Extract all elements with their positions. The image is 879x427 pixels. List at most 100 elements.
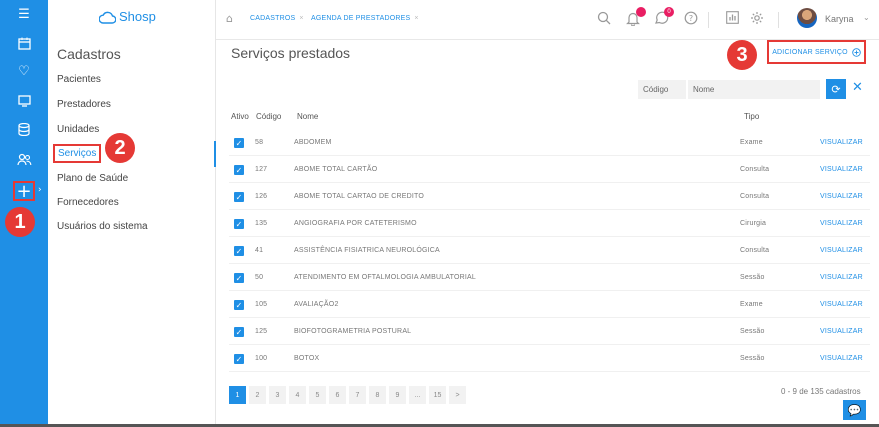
table-row[interactable]: ✓ 126 ABOME TOTAL CARTAO DE CREDITO Cons… bbox=[229, 184, 870, 210]
row-code: 135 bbox=[255, 220, 268, 227]
row-type: Consulta bbox=[740, 193, 770, 200]
refresh-button[interactable]: ⟳ bbox=[826, 79, 846, 99]
view-link[interactable]: VISUALIZAR bbox=[820, 355, 863, 362]
monitor-icon[interactable] bbox=[14, 92, 34, 110]
sidebar-item-plano-de-saude[interactable]: Plano de Saúde bbox=[57, 173, 128, 184]
row-type: Exame bbox=[740, 139, 763, 146]
column-header-code[interactable]: Código bbox=[256, 112, 281, 121]
reports-icon[interactable] bbox=[726, 11, 739, 28]
add-plus-button[interactable]: + bbox=[13, 181, 35, 202]
table-row[interactable]: ✓ 50 ATENDIMENTO EM OFTALMOLOGIA AMBULAT… bbox=[229, 265, 870, 291]
active-checkbox[interactable]: ✓ bbox=[234, 246, 244, 256]
table-row[interactable]: ✓ 41 ASSISTÊNCIA FISIATRICA NEUROLÓGICA … bbox=[229, 238, 870, 264]
column-header-name[interactable]: Nome bbox=[297, 112, 318, 121]
users-icon[interactable] bbox=[14, 150, 34, 168]
heart-icon[interactable]: ♡ bbox=[14, 62, 34, 80]
page-button[interactable]: 9 bbox=[389, 386, 406, 404]
row-code: 127 bbox=[255, 166, 268, 173]
refresh-icon: ⟳ bbox=[831, 82, 841, 96]
active-indicator bbox=[214, 141, 216, 167]
view-link[interactable]: VISUALIZAR bbox=[820, 247, 863, 254]
sidebar-title: Cadastros bbox=[57, 46, 121, 62]
close-icon[interactable]: × bbox=[414, 15, 418, 22]
chat-button[interactable]: 💬 bbox=[843, 400, 866, 420]
page-button[interactable]: 3 bbox=[269, 386, 286, 404]
view-link[interactable]: VISUALIZAR bbox=[820, 166, 863, 173]
row-name: ABDOMEM bbox=[294, 139, 332, 146]
table-row[interactable]: ✓ 135 ANGIOGRAFIA POR CATETERISMO Cirurg… bbox=[229, 211, 870, 237]
clear-filter-button[interactable]: ✕ bbox=[852, 80, 863, 95]
table-row[interactable]: ✓ 100 BOTOX Sessão VISUALIZAR bbox=[229, 346, 870, 372]
view-link[interactable]: VISUALIZAR bbox=[820, 220, 863, 227]
sidebar-item-prestadores[interactable]: Prestadores bbox=[57, 99, 111, 110]
close-icon[interactable]: × bbox=[299, 15, 303, 22]
row-code: 125 bbox=[255, 328, 268, 335]
plus-circle-icon bbox=[852, 47, 861, 57]
page-button[interactable]: 6 bbox=[329, 386, 346, 404]
row-name: ABOME TOTAL CARTÃO bbox=[294, 166, 378, 173]
sidebar-item-servicos[interactable]: Serviços bbox=[53, 144, 102, 163]
active-checkbox[interactable]: ✓ bbox=[234, 327, 244, 337]
active-checkbox[interactable]: ✓ bbox=[234, 273, 244, 283]
divider bbox=[708, 12, 709, 28]
close-icon: ✕ bbox=[852, 80, 863, 95]
breadcrumb-cadastros[interactable]: CADASTROS × bbox=[250, 15, 304, 22]
page-button[interactable]: 1 bbox=[229, 386, 246, 404]
table-row[interactable]: ✓ 58 ABDOMEM Exame VISUALIZAR bbox=[229, 130, 870, 156]
page-button[interactable]: 15 bbox=[429, 386, 446, 404]
home-icon[interactable]: ⌂ bbox=[226, 12, 233, 25]
page-button[interactable]: 5 bbox=[309, 386, 326, 404]
cloud-logo-icon bbox=[99, 11, 116, 24]
brand-logo[interactable]: Shosp bbox=[99, 9, 156, 24]
page-button[interactable]: 7 bbox=[349, 386, 366, 404]
view-link[interactable]: VISUALIZAR bbox=[820, 274, 863, 281]
row-type: Exame bbox=[740, 301, 763, 308]
table-row[interactable]: ✓ 105 AVALIAÇÃO2 Exame VISUALIZAR bbox=[229, 292, 870, 318]
page-button[interactable]: 2 bbox=[249, 386, 266, 404]
active-checkbox[interactable]: ✓ bbox=[234, 219, 244, 229]
row-type: Consulta bbox=[740, 166, 770, 173]
gear-icon[interactable] bbox=[750, 11, 764, 29]
view-link[interactable]: VISUALIZAR bbox=[820, 301, 863, 308]
view-link[interactable]: VISUALIZAR bbox=[820, 328, 863, 335]
sidebar-item-usuarios[interactable]: Usuários do sistema bbox=[57, 221, 148, 232]
row-code: 58 bbox=[255, 139, 264, 146]
sidebar-item-unidades[interactable]: Unidades bbox=[57, 124, 99, 135]
row-name: ASSISTÊNCIA FISIATRICA NEUROLÓGICA bbox=[294, 247, 440, 254]
view-link[interactable]: VISUALIZAR bbox=[820, 193, 863, 200]
active-checkbox[interactable]: ✓ bbox=[234, 354, 244, 364]
menu-icon[interactable]: ☰ bbox=[14, 5, 34, 23]
view-link[interactable]: VISUALIZAR bbox=[820, 139, 863, 146]
row-name: BIOFOTOGRAMETRIA POSTURAL bbox=[294, 328, 412, 335]
calendar-icon[interactable] bbox=[14, 34, 34, 52]
page-button[interactable]: 4 bbox=[289, 386, 306, 404]
avatar[interactable] bbox=[797, 8, 817, 28]
annotation-marker-2: 2 bbox=[105, 133, 135, 163]
chevron-right-icon: › bbox=[38, 185, 42, 195]
active-checkbox[interactable]: ✓ bbox=[234, 192, 244, 202]
sidebar-item-fornecedores[interactable]: Fornecedores bbox=[57, 197, 119, 208]
row-name: ATENDIMENTO EM OFTALMOLOGIA AMBULATORIAL bbox=[294, 274, 476, 281]
user-name[interactable]: Karyna bbox=[825, 14, 854, 24]
row-type: Consulta bbox=[740, 247, 770, 254]
database-icon[interactable] bbox=[14, 120, 34, 138]
next-page-button[interactable]: > bbox=[449, 386, 466, 404]
active-checkbox[interactable]: ✓ bbox=[234, 300, 244, 310]
help-icon[interactable]: ? bbox=[684, 11, 698, 29]
active-checkbox[interactable]: ✓ bbox=[234, 138, 244, 148]
breadcrumb-agenda[interactable]: AGENDA DE PRESTADORES × bbox=[311, 15, 419, 22]
active-checkbox[interactable]: ✓ bbox=[234, 165, 244, 175]
name-filter-input[interactable]: Nome bbox=[688, 80, 820, 99]
table-row[interactable]: ✓ 127 ABOME TOTAL CARTÃO Consulta VISUAL… bbox=[229, 157, 870, 183]
page-button[interactable]: 8 bbox=[369, 386, 386, 404]
add-service-button[interactable]: ADICIONAR SERVIÇO bbox=[767, 40, 866, 64]
sidebar-item-pacientes[interactable]: Pacientes bbox=[57, 74, 101, 85]
chat-icon: 💬 bbox=[847, 403, 862, 417]
table-row[interactable]: ✓ 125 BIOFOTOGRAMETRIA POSTURAL Sessão V… bbox=[229, 319, 870, 345]
column-header-type[interactable]: Tipo bbox=[744, 112, 759, 121]
chevron-down-icon[interactable]: ⌄ bbox=[863, 13, 870, 22]
code-filter-input[interactable]: Código bbox=[638, 80, 686, 99]
search-icon[interactable] bbox=[597, 11, 611, 29]
message-badge: 0 bbox=[664, 7, 674, 17]
add-service-label: ADICIONAR SERVIÇO bbox=[772, 48, 848, 56]
